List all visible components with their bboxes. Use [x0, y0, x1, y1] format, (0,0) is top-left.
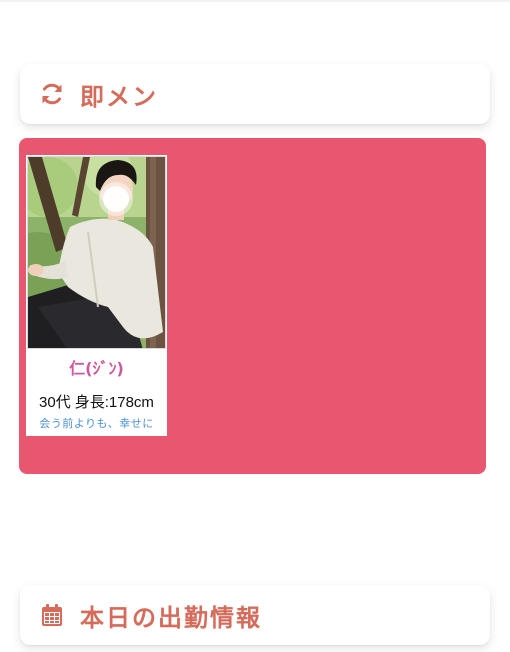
page: 即メン 仁(ｼﾞﾝ) 30代 身長:178cm 会う前よりも、幸せに 本日の出勤… — [0, 0, 510, 652]
cast-catchphrase: 会う前よりも、幸せに — [39, 417, 154, 430]
top-divider — [0, 0, 510, 2]
today-schedule-section-header: 本日の出勤情報 — [20, 585, 490, 645]
cast-photo[interactable] — [27, 156, 166, 349]
refresh-icon — [38, 80, 66, 108]
calendar-icon — [38, 601, 66, 629]
cast-card[interactable]: 仁(ｼﾞﾝ) 30代 身長:178cm 会う前よりも、幸せに — [26, 155, 167, 436]
instant-section-header: 即メン — [20, 64, 490, 124]
cast-age: 30代 — [39, 394, 71, 411]
section-title: 即メン — [80, 82, 158, 111]
cast-stats: 30代 身長:178cm — [26, 391, 167, 412]
section-title: 本日の出勤情報 — [80, 603, 262, 632]
cast-height: 身長:178cm — [74, 394, 154, 411]
cast-name[interactable]: 仁(ｼﾞﾝ) — [26, 355, 167, 379]
